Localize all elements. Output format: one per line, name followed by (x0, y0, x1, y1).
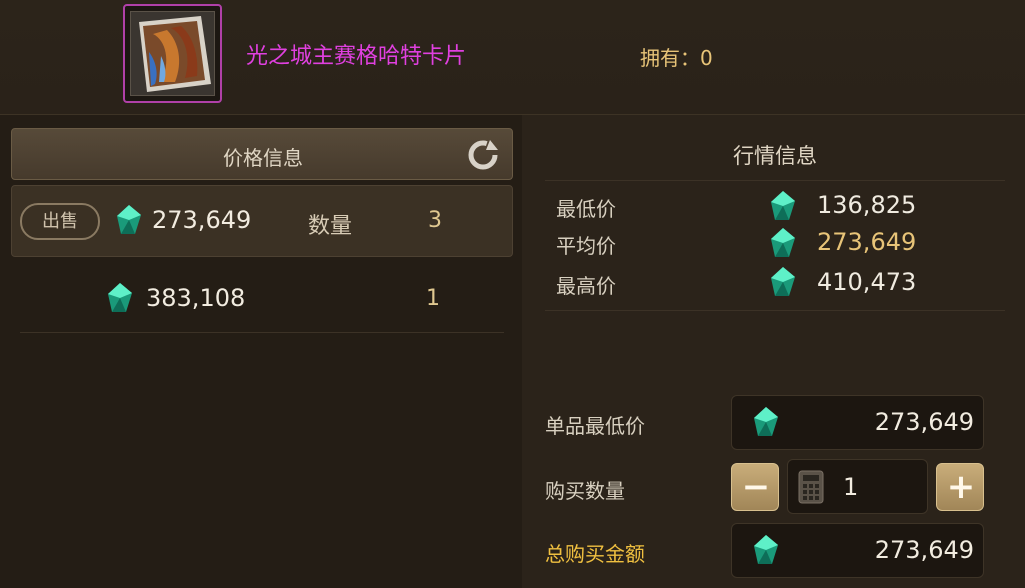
market-divider (545, 310, 1005, 311)
max-price-value: 410,473 (817, 268, 917, 296)
unit-price-label: 单品最低价 (545, 414, 645, 438)
refresh-icon[interactable] (466, 138, 500, 172)
item-icon-frame[interactable] (123, 4, 222, 103)
avg-price-value: 273,649 (817, 228, 917, 256)
gem-icon (771, 191, 795, 220)
gem-icon (771, 228, 795, 257)
row-divider (20, 332, 504, 333)
gem-icon (117, 205, 141, 234)
unit-price-value: 273,649 (874, 408, 974, 436)
total-amount-label: 总购买金额 (545, 542, 645, 566)
sell-button[interactable]: 出售 (20, 203, 100, 240)
quantity-label: 数量 (308, 214, 353, 239)
quantity-value[interactable]: 1 (843, 473, 858, 501)
quantity-form-label: 购买数量 (545, 479, 625, 503)
market-divider (545, 180, 1005, 181)
item-name: 光之城主赛格哈特卡片 (246, 44, 467, 69)
listing-quantity: 3 (428, 208, 442, 233)
gem-icon (754, 407, 778, 436)
listing-quantity: 1 (426, 286, 440, 311)
gem-icon (754, 535, 778, 564)
gem-icon (771, 267, 795, 296)
owned-count: 拥有：0 (640, 42, 713, 71)
market-info-panel (522, 115, 1025, 588)
listing-price: 383,108 (146, 284, 246, 312)
owned-label: 拥有： (640, 46, 700, 70)
avg-price-label: 平均价 (556, 234, 616, 258)
price-info-title: 价格信息 (223, 146, 303, 170)
calculator-icon[interactable] (798, 470, 824, 504)
min-price-value: 136,825 (817, 191, 917, 219)
decrease-quantity-button[interactable]: − (731, 463, 779, 511)
owned-value: 0 (700, 46, 713, 70)
max-price-label: 最高价 (556, 274, 616, 298)
min-price-label: 最低价 (556, 197, 616, 221)
price-info-header: 价格信息 (11, 128, 513, 180)
plus-icon: + (946, 467, 976, 507)
listing-price: 273,649 (152, 206, 252, 234)
increase-quantity-button[interactable]: + (936, 463, 984, 511)
total-amount-value: 273,649 (874, 536, 974, 564)
card-art-icon (130, 11, 215, 96)
minus-icon: − (741, 467, 771, 507)
gem-icon (108, 283, 132, 312)
market-info-title: 行情信息 (733, 144, 817, 168)
